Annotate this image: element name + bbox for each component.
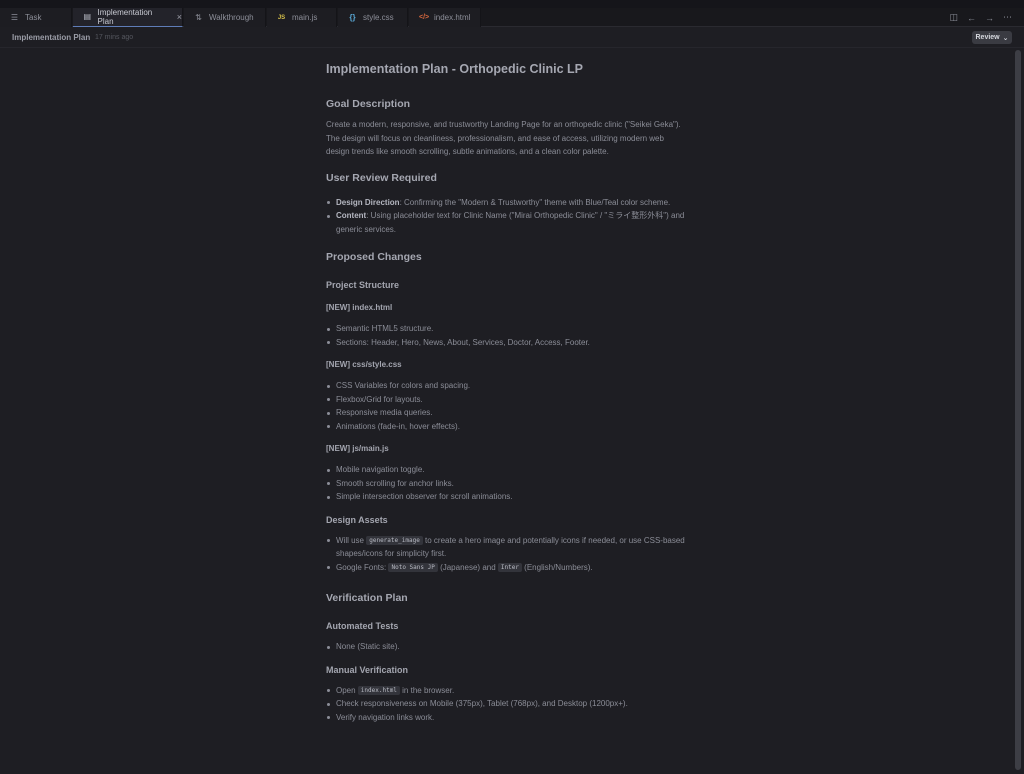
review-label: Review [975,34,1000,41]
list-item: Will use generate_image to create a hero… [326,534,688,561]
inline-code: generate_image [366,535,423,545]
scrollbar[interactable] [1015,50,1021,770]
tab-label: Walkthrough [209,13,254,22]
list-item: Open index.html in the browser. [326,684,688,698]
tab-bar: ☰ Task ▤ Implementation Plan × ⇅ Walkthr… [0,0,1024,27]
text: Open [336,685,358,695]
tab-main-js[interactable]: JS main.js [267,8,337,27]
file-heading-js: [NEW] js/main.js [326,444,389,453]
section-heading-review: User Review Required [326,171,437,184]
index-list: Semantic HTML5 structure. Sections: Head… [326,322,688,349]
arrow-left-icon[interactable]: ← [967,13,976,23]
arrow-right-icon[interactable]: → [985,13,994,23]
inline-code: index.html [357,685,400,695]
list-item: Sections: Header, Hero, News, About, Ser… [326,336,688,350]
tab-label: style.css [363,13,394,22]
list-icon: ☰ [10,12,19,22]
document-header: Implementation Plan 17 mins ago Review ⌄ [0,27,1024,48]
css-list: CSS Variables for colors and spacing. Fl… [326,379,688,433]
list-item: Responsive media queries. [326,406,688,420]
review-list: Design Direction: Confirming the "Modern… [326,196,688,237]
tab-label: main.js [292,13,318,22]
section-heading-changes: Proposed Changes [326,251,422,263]
list-item: Verify navigation links work. [326,711,688,725]
list-item: Google Fonts: Noto Sans JP (Japanese) an… [326,561,688,575]
list-item: Mobile navigation toggle. [326,463,688,477]
automated-tests-list: None (Static site). [326,640,688,654]
subheading-automated-tests: Automated Tests [326,621,399,631]
document-title: Implementation Plan [12,33,91,42]
list-item: Flexbox/Grid for layouts. [326,393,688,407]
js-list: Mobile navigation toggle. Smooth scrolli… [326,463,688,504]
editor-window: ☰ Task ▤ Implementation Plan × ⇅ Walkthr… [0,0,1024,774]
tab-label: Task [25,13,42,22]
javascript-file-icon: JS [277,14,286,21]
item-bold: Design Direction [336,197,400,207]
text: (Japanese) and [437,562,498,572]
item-text: : Confirming the "Modern & Trustworthy" … [399,197,671,207]
document-icon: ▤ [83,12,92,21]
list-item: Animations (fade-in, hover effects). [326,420,688,434]
list-item: CSS Variables for colors and spacing. [326,379,688,393]
manual-verification-list: Open index.html in the browser. Check re… [326,684,688,725]
text: (English/Numbers). [521,562,593,572]
list-item: Check responsiveness on Mobile (375px), … [326,697,688,711]
tab-implementation-plan[interactable]: ▤ Implementation Plan × [73,8,183,27]
close-icon[interactable]: × [177,12,182,22]
css-file-icon: {} [349,12,356,22]
text: in the browser. [399,685,455,695]
list-item: Semantic HTML5 structure. [326,322,688,336]
goal-description: Create a modern, responsive, and trustwo… [326,120,681,156]
assets-list: Will use generate_image to create a hero… [326,534,688,575]
tab-label: index.html [434,13,471,22]
text: Will use [336,535,367,545]
inline-code: Inter [497,562,522,572]
subheading-manual-verification: Manual Verification [326,664,409,675]
page-title: Implementation Plan - Orthopedic Clinic … [326,62,583,76]
inline-code: Noto Sans JP [388,562,438,572]
html-file-icon: </> [419,13,430,21]
split-editor-icon[interactable]: ◫ [949,12,958,23]
title-strip [0,0,1024,8]
list-item: None (Static site). [326,640,688,654]
review-button[interactable]: Review ⌄ [972,31,1012,44]
document-body: Implementation Plan - Orthopedic Clinic … [326,60,688,724]
tab-task[interactable]: ☰ Task [0,8,72,27]
item-bold: Content [336,211,367,220]
file-heading-index: [NEW] index.html [326,303,393,312]
file-heading-css: [NEW] css/style.css [326,360,402,369]
item-text: : Using placeholder text for Clinic Name… [336,211,685,234]
walkthrough-icon: ⇅ [195,12,202,22]
list-item: Smooth scrolling for anchor links. [326,477,688,491]
tab-index-html[interactable]: </> index.html [409,8,481,27]
tab-actions: ◫ ← → ⋯ [949,8,1024,27]
list-item: Simple intersection observer for scroll … [326,490,688,504]
subheading-project-structure: Project Structure [326,280,400,290]
more-icon[interactable]: ⋯ [1003,12,1012,23]
text: Google Fonts: [336,562,389,572]
section-heading-goal: Goal Description [326,98,411,110]
section-heading-verification: Verification Plan [326,592,408,604]
list-item: Design Direction: Confirming the "Modern… [326,196,688,210]
tab-walkthrough[interactable]: ⇅ Walkthrough [184,8,266,27]
tab-style-css[interactable]: {} style.css [338,8,408,27]
subheading-design-assets: Design Assets [326,514,388,525]
tab-label: Implementation Plan [97,8,153,26]
list-item: Content: Using placeholder text for Clin… [326,209,688,236]
chevron-down-icon: ⌄ [1002,34,1009,42]
last-edited-time: 17 mins ago [95,34,134,41]
